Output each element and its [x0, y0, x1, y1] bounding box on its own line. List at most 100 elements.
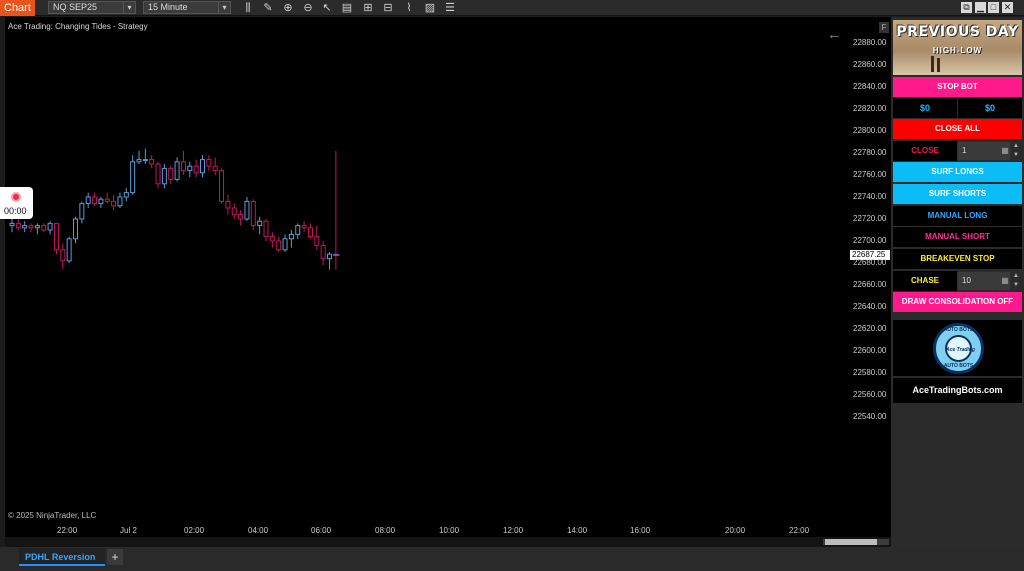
- candle[interactable]: [85, 192, 91, 208]
- quantity-stepper[interactable]: ▲ ▼: [1011, 142, 1021, 160]
- candle[interactable]: [193, 159, 199, 178]
- close-all-button[interactable]: CLOSE ALL: [893, 119, 1022, 139]
- candle[interactable]: [288, 230, 294, 248]
- candle[interactable]: [301, 221, 307, 233]
- instrument-select[interactable]: NQ SEP25 ▾: [48, 1, 136, 14]
- candle[interactable]: [206, 155, 212, 171]
- maximize-icon[interactable]: □: [988, 2, 999, 13]
- candle[interactable]: [22, 221, 28, 233]
- candle[interactable]: [149, 155, 155, 169]
- candle[interactable]: [111, 194, 117, 211]
- candle-body: [193, 165, 199, 174]
- candle[interactable]: [320, 241, 326, 266]
- manual-short-button[interactable]: MANUAL SHORT: [893, 227, 1022, 247]
- screen-recorder-widget[interactable]: 00:00: [0, 187, 33, 219]
- zoom-in-icon[interactable]: ⊕: [281, 1, 295, 15]
- calculator-icon[interactable]: ▦: [1000, 272, 1010, 290]
- zoom-out-icon[interactable]: ⊖: [301, 1, 315, 15]
- calculator-icon[interactable]: ▦: [1000, 142, 1010, 160]
- restore-icon[interactable]: ⧉: [961, 2, 972, 13]
- candle[interactable]: [174, 157, 180, 182]
- candle[interactable]: [53, 222, 59, 255]
- f-button[interactable]: F: [879, 22, 889, 33]
- candle[interactable]: [79, 201, 85, 224]
- candle[interactable]: [117, 192, 123, 208]
- surf-shorts-button[interactable]: SURF SHORTS: [893, 184, 1022, 204]
- candle[interactable]: [244, 197, 250, 222]
- candle[interactable]: [269, 232, 275, 248]
- properties-icon[interactable]: ☰: [443, 1, 457, 15]
- candle[interactable]: [47, 221, 53, 235]
- candle[interactable]: [282, 234, 288, 252]
- candle[interactable]: [187, 161, 193, 178]
- candle[interactable]: [136, 150, 142, 164]
- candle[interactable]: [130, 155, 136, 195]
- candle[interactable]: [34, 223, 40, 235]
- strategies-icon[interactable]: ⊞: [361, 1, 375, 15]
- minimize-icon[interactable]: ▁: [975, 2, 986, 13]
- candle[interactable]: [200, 155, 205, 178]
- indicators-icon[interactable]: ⊟: [381, 1, 395, 15]
- chevron-down-icon[interactable]: ▾: [218, 1, 230, 14]
- cursor-icon[interactable]: ↖: [320, 1, 334, 15]
- candle[interactable]: [327, 252, 332, 270]
- record-icon[interactable]: [11, 192, 21, 202]
- timeframe-select[interactable]: 15 Minute ▾: [143, 1, 231, 14]
- scroll-thumb[interactable]: [825, 539, 877, 545]
- candle[interactable]: [276, 236, 282, 252]
- candle[interactable]: [161, 164, 167, 189]
- tab-pdhl-reversion[interactable]: PDHL Reversion: [19, 548, 105, 566]
- candle[interactable]: [9, 219, 15, 233]
- candle[interactable]: [73, 216, 78, 244]
- price-axis[interactable]: F 22687.25 22880.00 22860.00 22840.00 22820…: [846, 17, 891, 525]
- candle[interactable]: [231, 203, 237, 219]
- document-icon[interactable]: ▤: [340, 1, 354, 15]
- candle[interactable]: [219, 168, 225, 204]
- candle[interactable]: [168, 166, 174, 184]
- manual-long-button[interactable]: MANUAL LONG: [893, 206, 1022, 226]
- draw-consolidation-button[interactable]: DRAW CONSOLIDATION OFF: [893, 292, 1022, 312]
- candle[interactable]: [123, 188, 129, 202]
- breakeven-stop-button[interactable]: BREAKEVEN STOP: [893, 249, 1022, 269]
- chase-stepper[interactable]: ▲ ▼: [1011, 272, 1021, 290]
- candle[interactable]: [212, 157, 218, 175]
- candle[interactable]: [314, 225, 320, 250]
- chevron-down-icon[interactable]: ▾: [123, 1, 135, 14]
- candle[interactable]: [142, 148, 148, 164]
- close-button[interactable]: CLOSE: [893, 141, 957, 161]
- candle-body: [22, 225, 28, 229]
- drawing-objects-icon[interactable]: ▨: [423, 1, 437, 15]
- candle[interactable]: [98, 197, 104, 208]
- candle[interactable]: [60, 243, 66, 270]
- bars-type-icon[interactable]: ⫼: [241, 1, 255, 15]
- line-chart-icon[interactable]: ⌇: [402, 1, 416, 15]
- candle[interactable]: [250, 199, 256, 230]
- chart-panel[interactable]: Ace Trading: Changing Tides - Strategy ©…: [5, 17, 846, 525]
- close-icon[interactable]: ✕: [1002, 2, 1013, 13]
- stop-bot-button[interactable]: STOP BOT: [893, 77, 1022, 97]
- candle[interactable]: [66, 236, 72, 263]
- candle[interactable]: [28, 223, 34, 233]
- arrow-left-icon[interactable]: ←: [827, 26, 842, 43]
- horizontal-scrollbar[interactable]: [5, 537, 891, 547]
- candle[interactable]: [104, 192, 110, 204]
- website-link[interactable]: AceTradingBots.com: [893, 378, 1022, 403]
- candle[interactable]: [238, 210, 244, 226]
- candle[interactable]: [295, 223, 301, 239]
- candle[interactable]: [92, 192, 98, 206]
- time-axis[interactable]: 22:00 Jul 2 02:00 04:00 06:00 08:00 10:00 12:00…: [5, 525, 891, 537]
- candle[interactable]: [155, 161, 161, 189]
- candle[interactable]: [307, 223, 313, 239]
- candle[interactable]: [180, 150, 186, 175]
- chase-button[interactable]: CHASE: [893, 271, 957, 291]
- candle[interactable]: [257, 216, 263, 235]
- candle[interactable]: [333, 150, 339, 270]
- candlestick-chart[interactable]: [5, 17, 846, 525]
- candle[interactable]: [225, 194, 231, 215]
- pencil-icon[interactable]: ✎: [261, 1, 275, 15]
- candle[interactable]: [263, 219, 269, 241]
- candle[interactable]: [41, 223, 47, 233]
- add-tab-button[interactable]: +: [107, 549, 123, 565]
- candle-body: [263, 220, 269, 238]
- surf-longs-button[interactable]: SURF LONGS: [893, 162, 1022, 182]
